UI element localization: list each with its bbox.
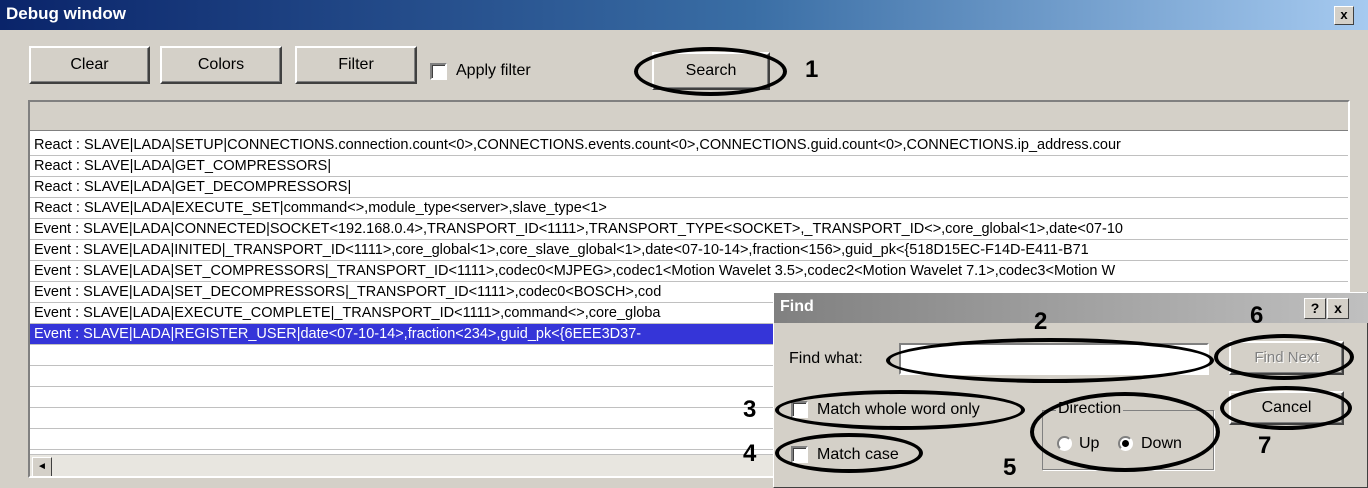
find-title-bar: Find ? x (774, 293, 1368, 323)
log-row[interactable]: React : SLAVE|LADA|SETUP|CONNECTIONS.con… (30, 135, 1348, 156)
find-title: Find (780, 298, 814, 315)
filter-button[interactable]: Filter (295, 46, 417, 84)
down-radio-dot (1122, 440, 1129, 447)
find-what-input[interactable] (899, 343, 1209, 375)
callout-number-6: 6 (1250, 302, 1264, 329)
log-row[interactable]: Event : SLAVE|LADA|CONNECTED|SOCKET<192.… (30, 219, 1348, 240)
match-whole-word-label: Match whole word only (817, 401, 980, 418)
callout-number-5: 5 (1003, 454, 1017, 481)
find-dialog: Find ? x Find what: Find Next Cancel Mat… (773, 292, 1368, 488)
log-row[interactable]: Event : SLAVE|LADA|SET_COMPRESSORS|_TRAN… (30, 261, 1348, 282)
down-label: Down (1141, 435, 1182, 452)
callout-number-3: 3 (743, 396, 757, 423)
callout-number-1: 1 (805, 56, 819, 83)
callout-number-2: 2 (1034, 308, 1048, 335)
cancel-button[interactable]: Cancel (1229, 391, 1344, 425)
down-radio[interactable] (1118, 436, 1133, 451)
up-label: Up (1079, 435, 1100, 452)
find-what-label: Find what: (789, 350, 863, 367)
callout-number-4: 4 (743, 440, 757, 467)
match-case-checkbox[interactable] (791, 446, 808, 463)
log-row[interactable]: React : SLAVE|LADA|EXECUTE_SET|command<>… (30, 198, 1348, 219)
window-title: Debug window (6, 4, 126, 23)
colors-button[interactable]: Colors (160, 46, 282, 84)
help-icon[interactable]: ? (1304, 298, 1326, 319)
close-icon[interactable]: x (1327, 298, 1349, 319)
title-bar: Debug window x (0, 0, 1368, 30)
apply-filter-checkbox[interactable] (430, 63, 447, 80)
clear-button[interactable]: Clear (29, 46, 150, 84)
scroll-left-icon[interactable]: ◄ (32, 457, 52, 476)
close-icon[interactable]: x (1334, 6, 1354, 25)
log-header (30, 102, 1348, 131)
log-row[interactable]: React : SLAVE|LADA|GET_COMPRESSORS| (30, 156, 1348, 177)
callout-number-7: 7 (1258, 432, 1272, 459)
direction-label: Direction (1056, 400, 1124, 418)
up-radio[interactable] (1057, 436, 1072, 451)
find-next-button[interactable]: Find Next (1229, 341, 1344, 375)
search-button[interactable]: Search (652, 52, 770, 90)
match-whole-word-checkbox[interactable] (791, 401, 808, 418)
log-row[interactable]: Event : SLAVE|LADA|INITED|_TRANSPORT_ID<… (30, 240, 1348, 261)
log-row[interactable]: React : SLAVE|LADA|GET_DECOMPRESSORS| (30, 177, 1348, 198)
apply-filter-label: Apply filter (456, 62, 531, 79)
match-case-label: Match case (817, 446, 899, 463)
